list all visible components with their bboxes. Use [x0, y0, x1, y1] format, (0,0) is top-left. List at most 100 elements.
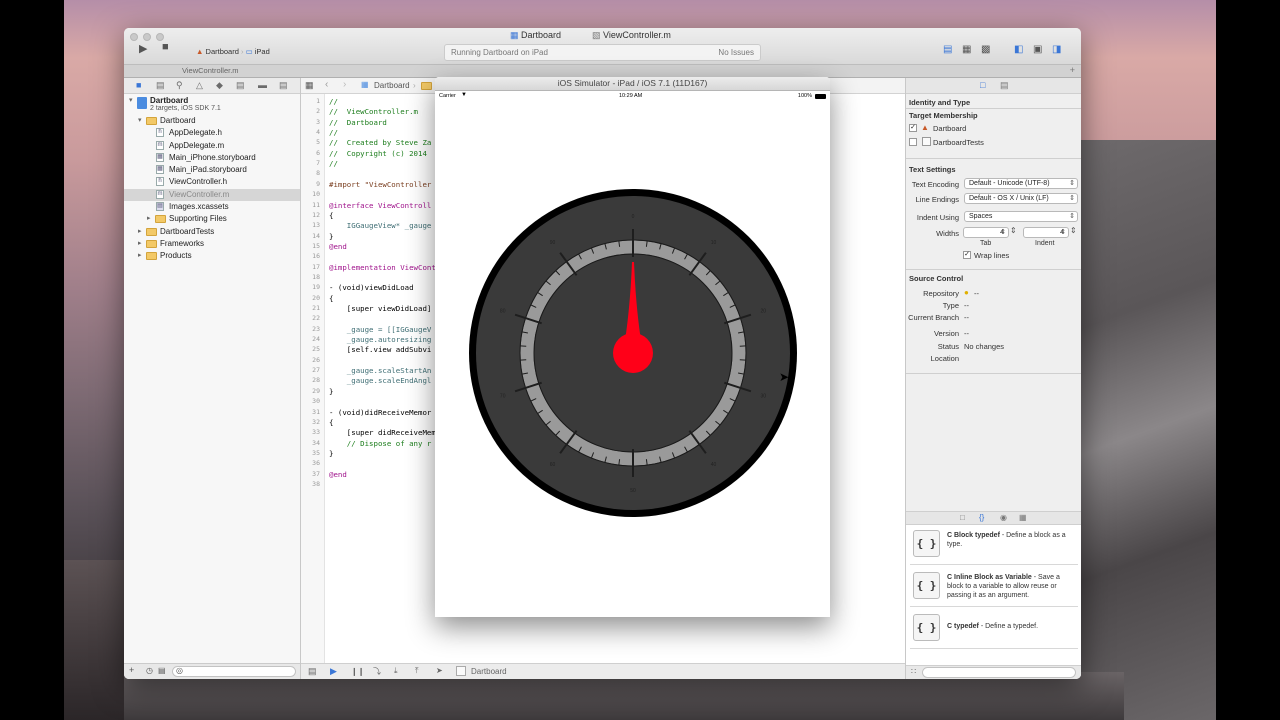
code-line[interactable]: // Dartboard: [329, 118, 387, 127]
zoom-button[interactable]: [156, 33, 164, 41]
back-icon[interactable]: ‹: [325, 79, 328, 90]
code-line[interactable]: [super didReceiveMem: [329, 428, 436, 437]
standard-editor-icon[interactable]: ▤: [943, 44, 952, 55]
log-navigator-icon[interactable]: ▤: [279, 80, 288, 91]
disclosure-icon[interactable]: ▾: [129, 96, 133, 104]
location-icon[interactable]: ➤: [436, 666, 443, 675]
debug-area-toggle-icon[interactable]: ▣: [1033, 44, 1042, 55]
grid-view-icon[interactable]: ∷: [911, 667, 916, 676]
project-navigator-icon[interactable]: ■: [136, 80, 141, 90]
file-template-icon[interactable]: □: [960, 513, 965, 522]
media-library-icon[interactable]: ▦: [1019, 513, 1027, 522]
breakpoint-navigator-icon[interactable]: ▬: [258, 80, 267, 90]
library-filter-field[interactable]: [922, 667, 1076, 678]
code-line[interactable]: }: [329, 449, 333, 458]
stop-button[interactable]: ■: [162, 41, 169, 53]
indent-width-field[interactable]: 4: [1023, 227, 1069, 238]
list-item[interactable]: ▸ Products: [124, 250, 300, 262]
step-out-icon[interactable]: ⤒: [415, 666, 419, 676]
code-line[interactable]: }: [329, 387, 333, 396]
code-line[interactable]: }: [329, 232, 333, 241]
indent-using-select[interactable]: Spaces: [964, 211, 1078, 222]
debug-navigator-icon[interactable]: ▤: [236, 80, 245, 91]
list-item[interactable]: { } C typedef - Define a typedef.: [910, 609, 1078, 649]
code-line[interactable]: _gauge = [[IGGaugeV: [329, 325, 432, 334]
code-line[interactable]: @implementation ViewCont: [329, 263, 436, 272]
code-line[interactable]: // Copyright (c) 2014: [329, 149, 427, 158]
utilities-toggle-icon[interactable]: ◨: [1052, 44, 1061, 55]
tab-width-field[interactable]: 4: [963, 227, 1009, 238]
disclosure-icon[interactable]: ▸: [138, 239, 142, 247]
list-item[interactable]: { } C Block typedef - Define a block as …: [910, 525, 1078, 565]
test-navigator-icon[interactable]: ◆: [216, 80, 223, 91]
related-items-icon[interactable]: ▦: [305, 80, 314, 91]
step-into-icon[interactable]: ⤓: [394, 666, 398, 676]
list-item[interactable]: ▸ DartboardTests: [124, 226, 300, 238]
code-line[interactable]: _gauge.scaleEndAngl: [329, 376, 432, 385]
list-item[interactable]: ▾ Dartboard: [124, 115, 300, 127]
run-button[interactable]: ▶: [139, 42, 147, 55]
code-line[interactable]: #import "ViewController: [329, 180, 431, 189]
text-encoding-select[interactable]: Default - Unicode (UTF-8): [964, 178, 1078, 189]
disclosure-icon[interactable]: ▸: [138, 251, 142, 259]
code-line[interactable]: // Dispose of any r: [329, 439, 432, 448]
scheme-selector[interactable]: ▲ Dartboard › ▭ iPad: [196, 47, 270, 56]
list-item[interactable]: ▦ Main_iPhone.storyboard: [124, 152, 300, 164]
close-button[interactable]: [130, 33, 138, 41]
stepper-icon[interactable]: ⇕: [1070, 226, 1077, 235]
code-line[interactable]: @end: [329, 242, 347, 251]
code-line[interactable]: //: [329, 159, 338, 168]
find-navigator-icon[interactable]: ⚲: [176, 80, 183, 91]
target-checkbox[interactable]: ✓: [909, 124, 917, 132]
add-icon[interactable]: +: [129, 665, 134, 675]
code-snippet-icon[interactable]: {}: [979, 513, 984, 522]
forward-icon[interactable]: ›: [343, 79, 346, 90]
list-item[interactable]: h ViewController.h: [124, 176, 300, 188]
issue-navigator-icon[interactable]: △: [196, 80, 203, 91]
code-line[interactable]: //: [329, 128, 338, 137]
code-line[interactable]: {: [329, 294, 333, 303]
assistant-editor-icon[interactable]: ▦: [962, 44, 971, 55]
hide-debug-area-icon[interactable]: ▤: [308, 666, 317, 677]
symbol-navigator-icon[interactable]: ▤: [156, 80, 165, 91]
code-line[interactable]: // Created by Steve Za: [329, 138, 431, 147]
code-line[interactable]: {: [329, 211, 333, 220]
window-tab-project[interactable]: ▦ Dartboard: [510, 30, 561, 41]
recent-files-icon[interactable]: ◷: [146, 666, 153, 675]
minimize-button[interactable]: [143, 33, 151, 41]
tab-viewcontroller[interactable]: ViewController.m: [182, 66, 239, 75]
step-over-icon[interactable]: ⤵: [373, 666, 381, 677]
project-root[interactable]: ▾ Dartboard 2 targets, iOS SDK 7.1: [124, 95, 300, 115]
code-line[interactable]: _gauge.scaleStartAn: [329, 366, 432, 375]
add-tab-icon[interactable]: +: [1070, 65, 1075, 75]
navigator-toggle-icon[interactable]: ◧: [1014, 44, 1023, 55]
filter-field[interactable]: ◎: [172, 666, 296, 677]
pause-icon[interactable]: ❙❙: [351, 667, 364, 676]
scm-filter-icon[interactable]: ▤: [158, 666, 166, 675]
wrap-lines-checkbox[interactable]: ✓: [963, 251, 971, 259]
window-tab-file[interactable]: ▧ ViewController.m: [592, 30, 671, 41]
code-line[interactable]: {: [329, 418, 333, 427]
breakpoints-toggle-icon[interactable]: ▶: [330, 666, 337, 677]
stepper-icon[interactable]: ⇕: [1010, 226, 1017, 235]
list-item[interactable]: ▸ Frameworks: [124, 238, 300, 250]
code-line[interactable]: @end: [329, 470, 347, 479]
line-endings-select[interactable]: Default - OS X / Unix (LF): [964, 193, 1078, 204]
quick-help-icon[interactable]: ▤: [1000, 80, 1009, 91]
list-item[interactable]: h AppDelegate.h: [124, 127, 300, 139]
code-line[interactable]: //: [329, 97, 338, 106]
code-line[interactable]: @interface ViewControll: [329, 201, 431, 210]
list-item[interactable]: ▦ Main_iPad.storyboard: [124, 164, 300, 176]
disclosure-icon[interactable]: ▸: [138, 227, 142, 235]
code-line[interactable]: IGGaugeView* _gauge: [329, 221, 432, 230]
code-line[interactable]: [super viewDidLoad]: [329, 304, 432, 313]
code-line[interactable]: // ViewController.m: [329, 107, 418, 116]
version-editor-icon[interactable]: ▩: [981, 44, 990, 55]
code-line[interactable]: _gauge.autoresizing: [329, 335, 432, 344]
target-checkbox[interactable]: [909, 138, 917, 146]
list-item[interactable]: m AppDelegate.m: [124, 140, 300, 152]
disclosure-icon[interactable]: ▸: [147, 214, 151, 222]
file-inspector-icon[interactable]: □: [980, 80, 985, 90]
code-line[interactable]: [self.view addSubvi: [329, 345, 432, 354]
list-item[interactable]: ▤ Images.xcassets: [124, 201, 300, 213]
